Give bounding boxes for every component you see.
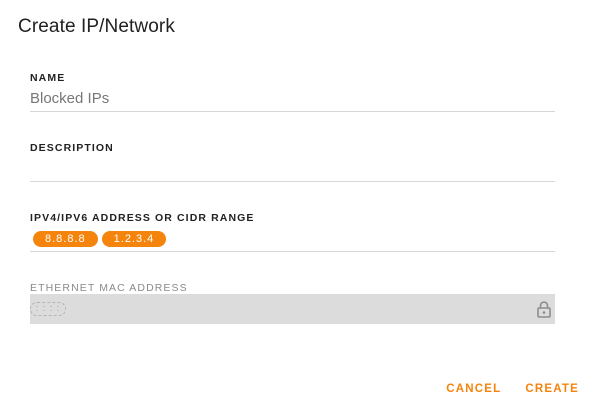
cancel-button[interactable]: CANCEL: [446, 383, 501, 395]
description-label: DESCRIPTION: [30, 142, 114, 154]
mac-field: ETHERNET MAC ADDRESS : : : :: [30, 282, 555, 324]
mac-placeholder: : : : :: [30, 302, 66, 316]
dialog-actions: CANCEL CREATE: [446, 383, 579, 395]
address-chip[interactable]: 8.8.8.8: [33, 231, 98, 247]
dialog-title: Create IP/Network: [18, 16, 175, 37]
name-label: NAME: [30, 72, 66, 84]
address-label: IPV4/IPV6 ADDRESS OR CIDR RANGE: [30, 212, 255, 224]
create-button[interactable]: CREATE: [525, 383, 579, 395]
address-chips: 8.8.8.8 1.2.3.4: [33, 229, 170, 247]
mac-input: : : : :: [30, 294, 555, 324]
lock-icon: [537, 301, 551, 318]
mac-label: ETHERNET MAC ADDRESS: [30, 282, 188, 294]
name-value: Blocked IPs: [30, 90, 110, 107]
name-input[interactable]: Blocked IPs: [30, 84, 555, 112]
description-field: DESCRIPTION: [30, 142, 555, 182]
description-input[interactable]: [30, 154, 555, 182]
address-field: IPV4/IPV6 ADDRESS OR CIDR RANGE 8.8.8.8 1…: [30, 212, 555, 252]
name-field: NAME Blocked IPs: [30, 72, 555, 112]
address-chip[interactable]: 1.2.3.4: [101, 231, 167, 247]
address-input[interactable]: 8.8.8.8 1.2.3.4: [30, 224, 555, 252]
create-ip-network-dialog: Create IP/Network NAME Blocked IPs DESCR…: [0, 0, 589, 415]
